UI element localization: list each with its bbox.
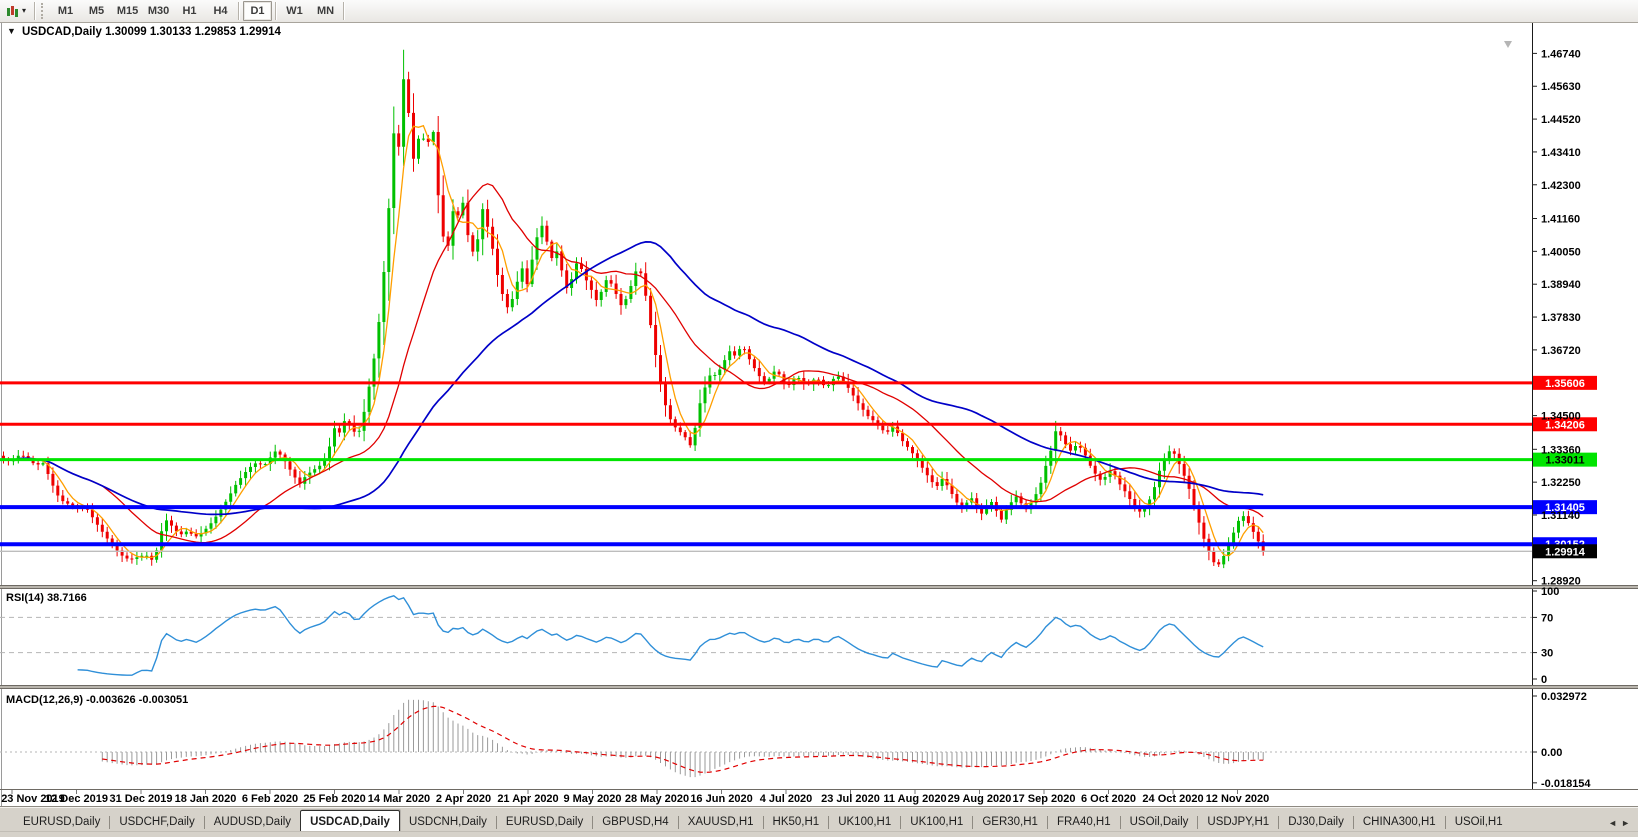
chart-title-symbol: USDCAD,Daily 1.30099 1.30133 1.29853 1.2…	[22, 26, 282, 38]
timeframe-toolbar: ▾ M1 M5 M15 M30 H1 H4 D1 W1 MN	[0, 0, 1638, 23]
chart-tab-usoil-daily[interactable]: USOil,Daily	[1121, 812, 1198, 832]
macd-tick-label: -0.018154	[1541, 778, 1591, 790]
level-price-badge-label: 1.33011	[1545, 455, 1584, 467]
macd-tick-label: 0.032972	[1541, 691, 1587, 703]
date-tick-label: 12 Dec 2019	[45, 793, 108, 805]
chart-tab-gbpusd-h4[interactable]: GBPUSD,H4	[593, 812, 677, 832]
chart-tab-eurusd-daily[interactable]: EURUSD,Daily	[497, 812, 592, 832]
level-price-badge-label: 1.35606	[1545, 378, 1585, 390]
toolbar-separator	[34, 2, 37, 20]
current-price-badge-label: 1.29914	[1545, 546, 1586, 558]
price-tick-label: 1.45630	[1541, 81, 1581, 93]
rsi-tick-label: 0	[1541, 674, 1547, 686]
toolbar-separator	[275, 2, 278, 20]
date-tick-label: 28 May 2020	[625, 793, 689, 805]
toolbar-separator	[238, 2, 241, 20]
chart-tab-china300-h1[interactable]: CHINA300,H1	[1354, 812, 1445, 832]
chart-tab-fra40-h1[interactable]: FRA40,H1	[1048, 812, 1120, 832]
price-tick-label: 1.46740	[1541, 48, 1581, 60]
date-tick-label: 11 Aug 2020	[883, 793, 946, 805]
price-tick-label: 1.32250	[1541, 477, 1581, 489]
chart-tab-usdjpy-h1[interactable]: USDJPY,H1	[1198, 812, 1278, 832]
date-tick-label: 9 May 2020	[563, 793, 621, 805]
mt4-window: ▾ M1 M5 M15 M30 H1 H4 D1 W1 MN 1.35606 1.34206 1.3…	[0, 0, 1638, 837]
rsi-tick-label: 100	[1541, 586, 1559, 598]
chart-tab-ger30-h1[interactable]: GER30,H1	[973, 812, 1047, 832]
price-tick-label: 1.40050	[1541, 246, 1581, 258]
timeframe-button-d1[interactable]: D1	[243, 1, 273, 21]
timeframe-button-h4[interactable]: H4	[206, 1, 235, 21]
chart-tab-eurusd-daily[interactable]: EURUSD,Daily	[14, 812, 109, 832]
chart-tab-usdcnh-daily[interactable]: USDCNH,Daily	[400, 812, 496, 832]
date-tick-label: 6 Feb 2020	[242, 793, 298, 805]
price-tick-label: 1.38940	[1541, 279, 1581, 291]
chart-tab-dj30-daily[interactable]: DJ30,Daily	[1279, 812, 1353, 832]
date-tick-label: 31 Dec 2019	[110, 793, 173, 805]
chart-tab-usdchf-daily[interactable]: USDCHF,Daily	[110, 812, 203, 832]
date-tick-label: 14 Mar 2020	[368, 793, 430, 805]
date-tick-label: 17 Sep 2020	[1013, 793, 1076, 805]
macd-label: MACD(12,26,9) -0.003626 -0.003051	[6, 694, 188, 706]
date-tick-label: 29 Aug 2020	[948, 793, 1012, 805]
chart-tab-bar: EURUSD,Daily USDCHF,Daily AUDUSD,Daily USDC…	[0, 806, 1638, 832]
status-strip	[0, 831, 1638, 837]
price-tick-label: 1.42300	[1541, 180, 1581, 192]
price-tick-label: 1.33360	[1541, 444, 1581, 456]
chevron-down-icon[interactable]: ▾	[22, 7, 26, 15]
price-tick-label: 1.36720	[1541, 345, 1581, 357]
date-tick-label: 21 Apr 2020	[497, 793, 558, 805]
timeframe-button-mn[interactable]: MN	[311, 1, 340, 21]
chart-tab-uk100-h1[interactable]: UK100,H1	[829, 812, 900, 832]
date-tick-label: 4 Jul 2020	[760, 793, 813, 805]
chart-type-button[interactable]: ▾	[0, 0, 32, 22]
timeframe-button-w1[interactable]: W1	[280, 1, 309, 21]
timeframe-button-m1[interactable]: M1	[51, 1, 80, 21]
rsi-tick-label: 30	[1541, 648, 1553, 660]
date-tick-label: 12 Nov 2020	[1206, 793, 1270, 805]
timeframe-button-h1[interactable]: H1	[175, 1, 204, 21]
tab-scroll-left-icon[interactable]: ◄	[1608, 818, 1617, 828]
tab-scroll-arrows: ◄ ►	[1608, 818, 1638, 832]
candlestick-chart-icon	[6, 5, 19, 18]
chart-tab-usdcad-daily[interactable]: USDCAD,Daily	[300, 810, 400, 832]
timeframe-button-m5[interactable]: M5	[82, 1, 111, 21]
date-tick-label: 2 Apr 2020	[436, 793, 491, 805]
chart-canvas[interactable]: 1.356061.342061.330111.314051.301521.299…	[0, 0, 1638, 837]
price-tick-label: 1.43410	[1541, 147, 1581, 159]
price-tick-label: 1.41160	[1541, 214, 1580, 226]
date-tick-label: 16 Jun 2020	[690, 793, 752, 805]
date-tick-label: 23 Jul 2020	[821, 793, 880, 805]
tab-scroll-right-icon[interactable]: ►	[1621, 818, 1630, 828]
chart-tab-xauusd-h1[interactable]: XAUUSD,H1	[679, 812, 763, 832]
price-tick-label: 1.31140	[1541, 510, 1580, 522]
chart-tab-uk100-h1[interactable]: UK100,H1	[901, 812, 972, 832]
collapse-chart-icon[interactable]: ▼	[7, 26, 16, 36]
timeframe-button-m30[interactable]: M30	[144, 1, 173, 21]
price-tick-label: 1.37830	[1541, 312, 1581, 324]
chart-tab-hk50-h1[interactable]: HK50,H1	[764, 812, 829, 832]
chart-tab-usoil-h1[interactable]: USOil,H1	[1446, 812, 1512, 832]
price-tick-label: 1.44520	[1541, 114, 1581, 126]
toolbar-grip-handle[interactable]	[41, 3, 47, 19]
rsi-label: RSI(14) 38.7166	[6, 592, 87, 604]
macd-tick-label: 0.00	[1541, 747, 1562, 759]
rsi-tick-label: 70	[1541, 612, 1553, 624]
date-tick-label: 6 Oct 2020	[1081, 793, 1136, 805]
date-tick-label: 24 Oct 2020	[1142, 793, 1203, 805]
price-tick-label: 1.34500	[1541, 411, 1581, 423]
date-tick-label: 25 Feb 2020	[303, 793, 365, 805]
timeframe-buttons: M1 M5 M15 M30 H1 H4 D1 W1 MN	[50, 1, 347, 21]
timeframe-button-m15[interactable]: M15	[113, 1, 142, 21]
chart-tab-audusd-daily[interactable]: AUDUSD,Daily	[205, 812, 300, 832]
date-tick-label: 18 Jan 2020	[175, 793, 237, 805]
toolbar-separator	[343, 2, 346, 20]
